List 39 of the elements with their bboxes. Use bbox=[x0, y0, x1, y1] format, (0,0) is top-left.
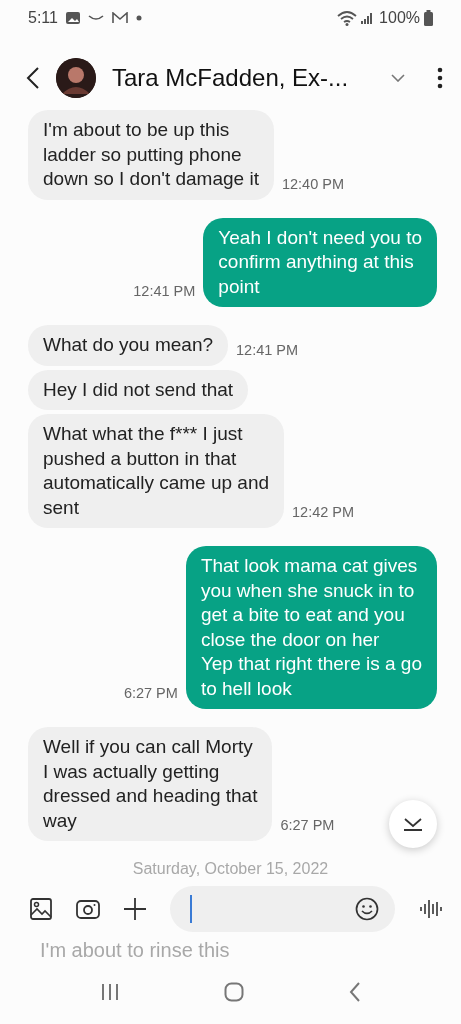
gallery-icon[interactable] bbox=[30, 898, 52, 920]
voice-icon[interactable] bbox=[419, 898, 443, 920]
clock-text: 5:11 bbox=[28, 7, 58, 28]
back-icon[interactable] bbox=[26, 65, 40, 90]
message-time: 12:41 PM bbox=[236, 340, 299, 360]
message-time: 12:42 PM bbox=[292, 503, 355, 523]
message-bubble: I'm about to be up this ladder so putting phone down so I don't damage it bbox=[28, 110, 274, 200]
mail-icon bbox=[111, 11, 128, 24]
back-nav-icon[interactable] bbox=[348, 982, 361, 1002]
recent-apps-icon[interactable] bbox=[100, 983, 121, 1001]
image-icon bbox=[65, 11, 80, 24]
avatar[interactable] bbox=[56, 57, 96, 98]
emoji-icon[interactable] bbox=[355, 897, 379, 921]
camera-icon[interactable] bbox=[76, 899, 100, 919]
message-bubble: What what the f*** I just pushed a button in that automatically came up and sent bbox=[28, 414, 284, 528]
message-bubble: Hey I did not send that bbox=[28, 369, 249, 410]
message-time: 6:27 PM bbox=[123, 684, 178, 704]
message-time: 12:41 PM bbox=[133, 282, 196, 302]
message-time: 12:40 PM bbox=[281, 174, 344, 194]
dot-icon bbox=[135, 14, 142, 21]
message-bubble: That look mama cat gives you when she snuck in to get a bite to eat and you close the door on her Yep that right there is a go to hell look bbox=[185, 546, 437, 709]
message-bubble: Yeah I don't need you to confirm anything at this point bbox=[203, 217, 437, 307]
message-bubble: What do you mean? bbox=[28, 325, 229, 366]
battery-icon bbox=[424, 9, 433, 26]
message-time: 6:27 PM bbox=[280, 816, 335, 836]
scroll-down-button[interactable] bbox=[389, 800, 437, 848]
message-input[interactable] bbox=[170, 886, 395, 932]
battery-text: 100% bbox=[379, 7, 420, 28]
message-bubble: Well if you can call Morty I was actually getting dressed and heading that way bbox=[28, 727, 273, 841]
contact-name[interactable]: Tara McFadden, Ex-... bbox=[112, 59, 349, 96]
wave-icon bbox=[87, 13, 104, 22]
add-icon[interactable] bbox=[124, 898, 146, 920]
message-text: I'm about to rinse this bbox=[40, 938, 230, 962]
wifi-icon bbox=[337, 9, 358, 26]
more-options-icon[interactable] bbox=[437, 66, 443, 89]
date-divider: Saturday, October 15, 2022 bbox=[132, 859, 329, 879]
home-icon[interactable] bbox=[224, 982, 245, 1002]
chevron-down-icon bbox=[403, 817, 423, 831]
chevron-down-icon[interactable] bbox=[391, 73, 405, 82]
